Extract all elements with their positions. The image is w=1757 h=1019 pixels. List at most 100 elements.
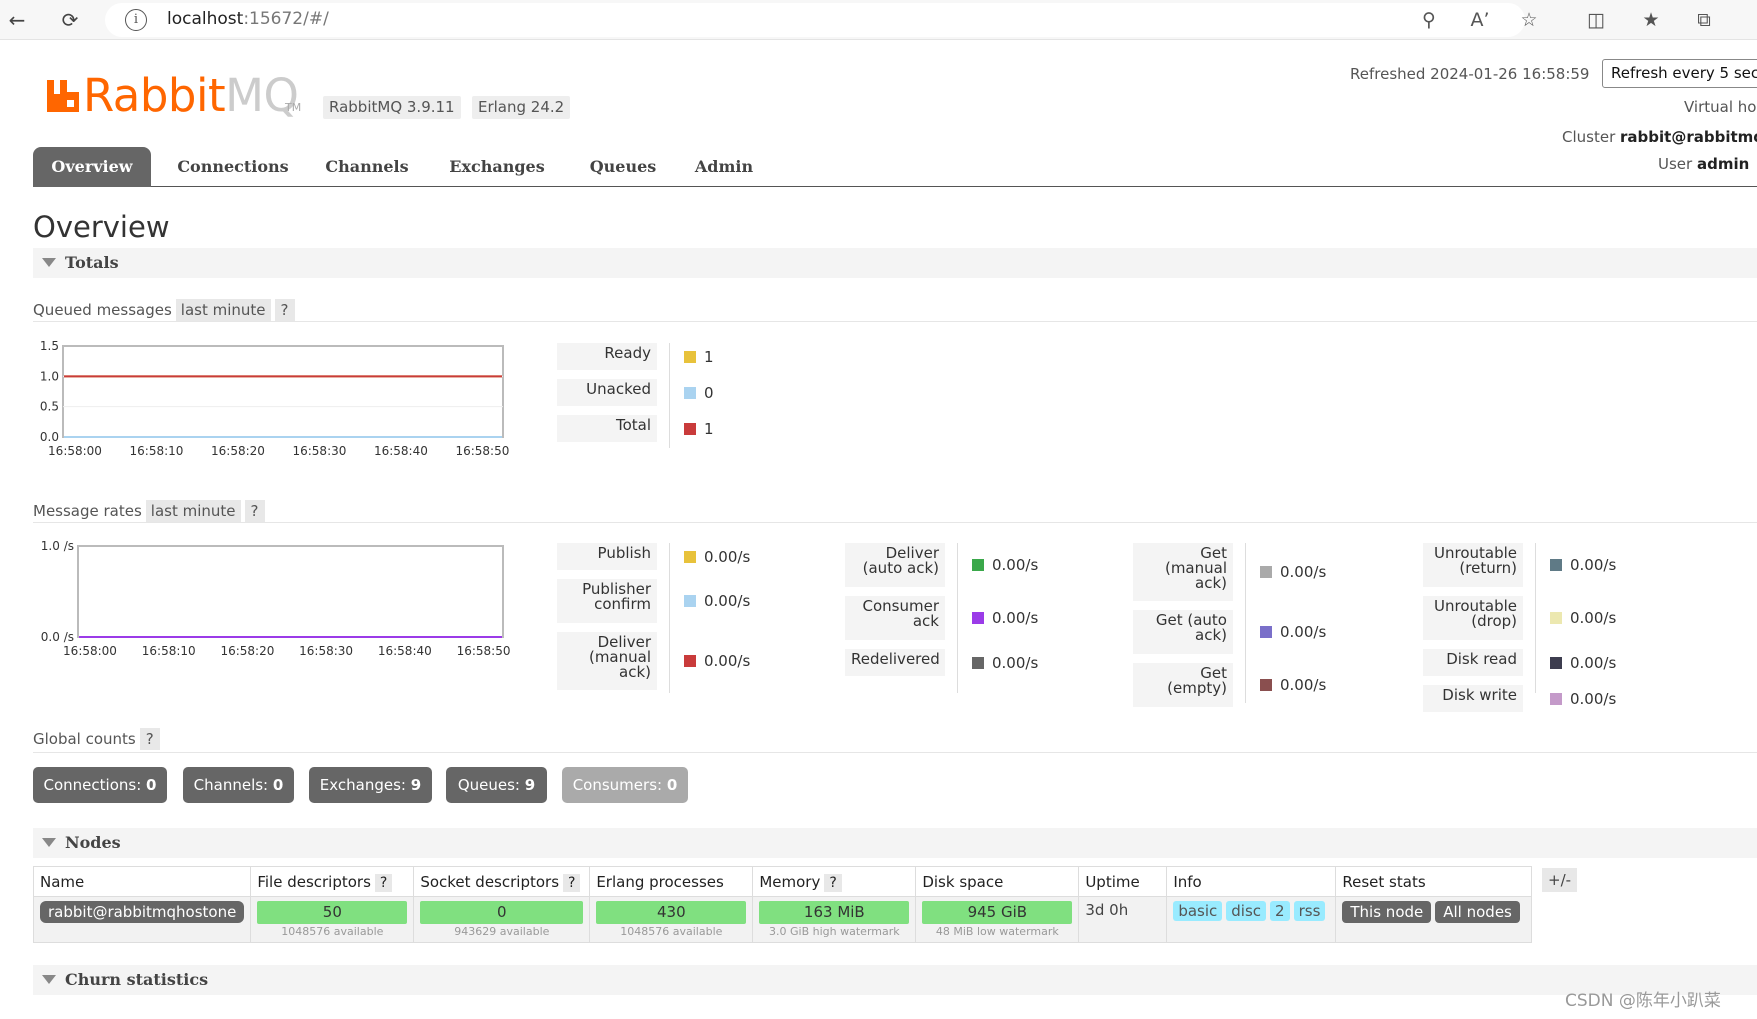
help-button[interactable]: ? — [824, 873, 842, 892]
tab-connections[interactable]: Connections — [163, 147, 303, 187]
header-text: Name — [40, 872, 85, 891]
url-text[interactable]: localhost:15672/#/ — [167, 9, 329, 29]
channels-count-button[interactable]: Channels: 0 — [183, 767, 294, 803]
key-icon[interactable]: ⚲ — [1414, 5, 1444, 35]
header-text: Uptime — [1085, 872, 1140, 891]
info-tag-count: 2 — [1270, 901, 1290, 921]
logo-wordmark: RabbitMQ — [83, 69, 299, 122]
header-text: Memory — [759, 872, 821, 891]
read-aloud-icon[interactable]: A’ — [1465, 5, 1495, 35]
cell-disk-space: 945 GiB 48 MiB low watermark — [915, 896, 1080, 943]
ep-meter: 430 — [596, 901, 747, 924]
count-label: Connections: — [43, 776, 142, 794]
legend-value: 0.00/s — [1550, 556, 1616, 574]
node-name-link[interactable]: rabbit@rabbitmqhostone — [40, 901, 245, 923]
cell-node-name: rabbit@rabbitmqhostone — [32, 896, 252, 943]
address-bar[interactable]: i localhost:15672/#/ — [105, 3, 1525, 37]
consumers-count-button[interactable]: Consumers: 0 — [562, 767, 688, 803]
connections-count-button[interactable]: Connections: 0 — [33, 767, 167, 803]
global-counts-title: Global counts — [33, 730, 136, 748]
queued-help-button[interactable]: ? — [274, 299, 295, 321]
divider — [33, 321, 1757, 322]
legend-label: Disk write — [1423, 685, 1523, 712]
legend-swatch — [1550, 692, 1562, 705]
legend-value: 0.00/s — [1260, 563, 1326, 581]
message-rates-title: Message rates — [33, 502, 142, 520]
legend-swatch — [1260, 679, 1272, 691]
logo-mq-text: MQ — [225, 69, 299, 122]
queued-messages-title: Queued messages — [33, 301, 172, 319]
tab-channels[interactable]: Channels — [315, 147, 419, 187]
cell-erlang-processes: 430 1048576 available — [589, 896, 754, 943]
totals-section-toggle[interactable]: Totals — [33, 248, 1757, 278]
legend-value: 1 — [684, 420, 714, 438]
collections-icon[interactable]: ⧉ — [1689, 5, 1719, 35]
sd-meter: 0 — [420, 901, 584, 924]
plot-frame — [62, 345, 504, 438]
reload-icon[interactable]: ⟳ — [55, 5, 85, 35]
reset-all-nodes-button[interactable]: All nodes — [1435, 901, 1520, 923]
churn-section-toggle[interactable]: Churn statistics — [33, 965, 1757, 995]
x-tick-label: 16:58:50 — [455, 444, 509, 458]
collapse-triangle-icon — [42, 258, 56, 267]
col-header-memory: Memory? — [752, 866, 917, 897]
legend-swatch — [684, 350, 696, 363]
help-button[interactable]: ? — [374, 873, 393, 892]
legend-label: Disk read — [1423, 649, 1523, 676]
ep-available: 1048576 available — [620, 925, 723, 938]
legend-swatch — [1260, 626, 1272, 638]
table-row: rabbit@rabbitmqhostone 50 1048576 availab… — [32, 896, 1533, 943]
x-tick-label: 16:58:30 — [299, 644, 353, 658]
global-counts-heading: Global counts? — [33, 728, 160, 750]
reset-this-node-button[interactable]: This node — [1342, 901, 1432, 923]
legend-value-text: 0.00/s — [704, 652, 751, 670]
columns-toggle-button[interactable]: +/- — [1542, 868, 1578, 892]
legend-label: Get (empty) — [1133, 663, 1233, 707]
help-button[interactable]: ? — [563, 873, 581, 892]
queued-messages-heading: Queued messages last minute? — [33, 299, 295, 321]
legend-swatch — [684, 655, 696, 667]
back-arrow-icon[interactable]: ← — [2, 5, 32, 35]
cell-reset-stats: This node All nodes — [1335, 896, 1533, 943]
favorite-star-icon[interactable]: ☆ — [1514, 5, 1544, 35]
split-screen-icon[interactable]: ◫ — [1581, 5, 1611, 35]
refresh-interval-select[interactable]: Refresh every 5 sec — [1602, 59, 1757, 88]
rates-range-pill[interactable]: last minute — [145, 500, 241, 522]
legend-value-text: 0.00/s — [1280, 623, 1327, 641]
rates-help-button[interactable]: ? — [244, 500, 265, 522]
legend-swatch — [684, 386, 696, 399]
exchanges-count-button[interactable]: Exchanges: 9 — [309, 767, 432, 803]
legend-value-text: 0.00/s — [1280, 676, 1327, 694]
queues-count-button[interactable]: Queues: 9 — [446, 767, 547, 803]
legend-label: Redelivered — [845, 649, 945, 676]
global-counts-help-button[interactable]: ? — [139, 728, 160, 750]
count-value: 9 — [524, 776, 536, 794]
legend-value-text: 1 — [704, 419, 714, 438]
header-text: Reset stats — [1342, 872, 1426, 891]
col-header-uptime: Uptime — [1078, 866, 1168, 897]
legend-separator — [669, 343, 670, 448]
queued-range-pill[interactable]: last minute — [175, 299, 271, 321]
count-value: 0 — [272, 776, 284, 794]
x-tick-label: 16:58:40 — [378, 644, 432, 658]
legend-value: 0.00/s — [1550, 690, 1616, 708]
nodes-section-toggle[interactable]: Nodes — [33, 828, 1757, 858]
refreshed-timestamp: Refreshed 2024-01-26 16:58:59 — [1350, 65, 1590, 83]
collapse-triangle-icon — [42, 975, 56, 984]
x-tick-label: 16:58:10 — [130, 444, 184, 458]
tab-exchanges[interactable]: Exchanges — [433, 147, 561, 187]
legend-value: 1 — [684, 348, 714, 366]
legend-value-text: 1 — [704, 347, 714, 366]
churn-section-title: Churn statistics — [65, 970, 209, 989]
memory-watermark: 3.0 GiB high watermark — [769, 925, 900, 938]
main-nav-tabs: Overview Connections Channels Exchanges … — [33, 147, 1757, 187]
favorites-icon[interactable]: ★ — [1636, 5, 1666, 35]
header-text: Socket descriptors — [420, 872, 560, 891]
legend-value: 0.00/s — [972, 609, 1038, 627]
y-tick-label: 0.0 /s — [41, 630, 74, 644]
tab-overview[interactable]: Overview — [33, 147, 151, 187]
site-info-icon[interactable]: i — [125, 9, 147, 31]
tab-admin[interactable]: Admin — [684, 147, 764, 187]
legend-swatch — [684, 595, 696, 607]
tab-queues[interactable]: Queues — [575, 147, 671, 187]
